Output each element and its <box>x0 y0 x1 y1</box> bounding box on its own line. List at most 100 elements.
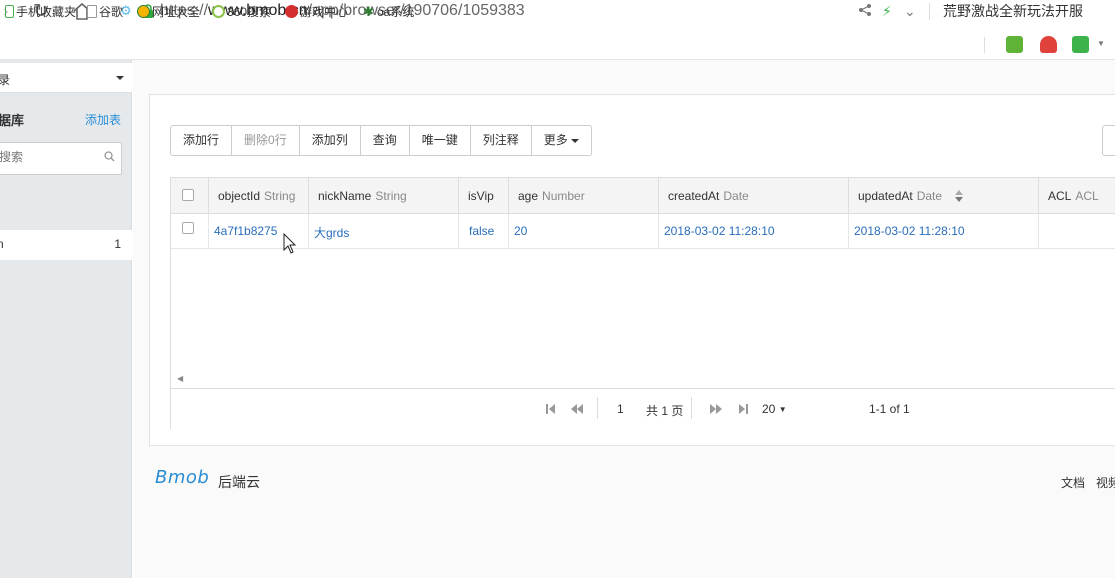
toolbar-right-button[interactable] <box>1102 125 1115 156</box>
divider <box>691 397 692 419</box>
share-icon[interactable] <box>858 3 872 20</box>
column-header-updatedAt[interactable]: updatedAt Date <box>849 178 1039 214</box>
cell-isVip[interactable]: false <box>459 214 509 249</box>
prev-page-icon[interactable] <box>571 404 584 414</box>
chevron-down-icon[interactable]: ⌄ <box>904 3 916 19</box>
column-name: nickName <box>318 189 372 203</box>
cell-nickName[interactable]: 大grds <box>309 214 459 249</box>
add-table-link[interactable]: 添加表 <box>85 111 121 128</box>
bookmark-hao[interactable]: 网址大全 <box>137 3 200 19</box>
lightning-icon[interactable]: ⚡ <box>882 3 892 19</box>
bookmark-label: oa系统 <box>377 4 415 19</box>
footer-video-link[interactable]: 视频 <box>1096 474 1115 491</box>
sidebar: 录 据库 添加表 n 1 <box>0 60 132 578</box>
bookmark-games[interactable]: 游戏中心 <box>285 3 348 19</box>
unique-key-button[interactable]: 唯一键 <box>408 125 471 156</box>
column-name: ACL <box>1048 189 1072 203</box>
main-content: 添加行 删除0行 添加列 查询 唯一键 列注释 更多 objectId Strin… <box>133 60 1115 578</box>
bookmark-label: 网址大全 <box>152 4 201 19</box>
table-name: n <box>0 237 4 251</box>
cell-value: 2018-03-02 11:28:10 <box>664 224 775 238</box>
column-name: createdAt <box>668 189 720 203</box>
app-name: 录 <box>0 73 11 87</box>
row-select-cell <box>171 214 209 249</box>
select-all-column <box>171 178 209 214</box>
page-icon <box>87 4 97 18</box>
select-all-checkbox[interactable] <box>182 189 194 201</box>
caret-down-icon <box>116 76 124 80</box>
bookmark-label: 游戏中心 <box>300 4 349 19</box>
news-ticker[interactable]: 荒野激战全新玩法开服 <box>943 3 1083 19</box>
scroll-left-arrow[interactable]: ◀ <box>177 374 183 383</box>
bookmark-mobile[interactable]: 手机收藏夹 <box>5 3 76 19</box>
reader-extension-icon[interactable] <box>1006 36 1023 53</box>
game-icon <box>285 4 298 18</box>
cell-age[interactable]: 20 <box>509 214 659 249</box>
column-header-nickName[interactable]: nickName String <box>309 178 459 214</box>
bookmark-360[interactable]: 360搜索 <box>212 3 271 19</box>
first-page-icon[interactable] <box>546 404 556 414</box>
column-type: Date <box>723 189 749 203</box>
table-search[interactable] <box>0 142 122 175</box>
column-header-age[interactable]: age Number <box>509 178 659 214</box>
trophy-extension-icon[interactable] <box>1040 36 1057 53</box>
search-input[interactable] <box>0 150 99 164</box>
caret-down-icon: ▼ <box>778 405 787 414</box>
phone-icon <box>5 4 14 18</box>
column-type: String <box>375 189 407 203</box>
divider <box>929 3 930 20</box>
chevron-down-icon[interactable]: ▼ <box>1097 39 1105 48</box>
cell-ACL[interactable] <box>1039 214 1115 249</box>
mouse-cursor-icon <box>283 233 297 254</box>
column-type: Number <box>542 189 585 203</box>
cell-value: 20 <box>514 224 528 238</box>
bookmark-google[interactable]: 谷歌 <box>87 3 123 19</box>
bmob-logo[interactable]: Bmob <box>155 467 209 488</box>
caret-down-icon <box>570 138 579 143</box>
next-page-icon[interactable] <box>710 404 723 414</box>
row-checkbox[interactable] <box>182 222 194 234</box>
column-header-objectId[interactable]: objectId String <box>209 178 309 214</box>
database-title: 据库 <box>0 113 25 128</box>
table-row[interactable]: 4a7f1b8275 大grds false 20 2018-03-02 11:… <box>171 214 1115 249</box>
divider <box>597 397 598 419</box>
more-label: 更多 <box>543 133 568 147</box>
more-dropdown[interactable]: 更多 <box>530 125 592 156</box>
add-column-button[interactable]: 添加列 <box>298 125 361 156</box>
delete-rows-button[interactable]: 删除0行 <box>231 125 300 156</box>
column-comment-button[interactable]: 列注释 <box>469 125 532 156</box>
cell-createdAt[interactable]: 2018-03-02 11:28:10 <box>659 214 849 249</box>
bookmark-label: 手机收藏夹 <box>16 4 77 19</box>
column-header-createdAt[interactable]: createdAt Date <box>659 178 849 214</box>
ring-icon <box>212 4 225 18</box>
footer-docs-link[interactable]: 文档 <box>1061 474 1085 491</box>
add-row-button[interactable]: 添加行 <box>170 125 233 156</box>
bookmark-label: 360搜索 <box>227 4 272 19</box>
column-type: Date <box>916 189 943 203</box>
pagination: 1 共 1 页 20 ▼ 1-1 of 1 <box>171 388 1115 429</box>
page-number-input[interactable]: 1 <box>617 402 624 416</box>
last-page-icon[interactable] <box>738 404 748 414</box>
column-name: age <box>518 189 539 203</box>
column-name: isVip <box>468 189 494 203</box>
toolbar: 添加行 删除0行 添加列 查询 唯一键 列注释 更多 <box>170 125 592 157</box>
row-count: 1 <box>114 237 121 251</box>
sort-icon[interactable] <box>954 189 964 203</box>
cell-value: 4a7f1b8275 <box>214 224 278 238</box>
column-type: ACL <box>1075 189 1099 203</box>
translate-extension-icon[interactable] <box>1072 36 1089 53</box>
search-icon[interactable] <box>104 151 115 162</box>
cell-updatedAt[interactable]: 2018-03-02 11:28:10 <box>849 214 1039 249</box>
page-size-value: 20 <box>762 402 776 416</box>
query-button[interactable]: 查询 <box>359 125 410 156</box>
cell-value: 2018-03-02 11:28:10 <box>854 224 965 238</box>
app-selector[interactable]: 录 <box>0 63 132 93</box>
sidebar-item-table[interactable]: n 1 <box>0 230 132 260</box>
column-name: objectId <box>218 189 261 203</box>
page-size-select[interactable]: 20 ▼ <box>762 402 787 416</box>
column-header-ACL[interactable]: ACL ACL <box>1039 178 1115 214</box>
bookmarks-bar <box>0 34 1115 56</box>
bookmark-oa[interactable]: ✱ oa系统 <box>362 3 414 19</box>
column-header-isVip[interactable]: isVip <box>459 178 509 214</box>
grid-header: objectId String nickName String isVip age N… <box>171 178 1115 214</box>
